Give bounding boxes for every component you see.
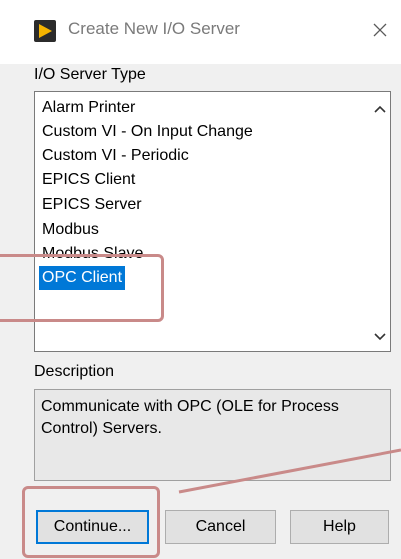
annotation-arrow bbox=[178, 448, 401, 494]
create-io-server-dialog: Create New I/O Server I/O Server Type Al… bbox=[0, 0, 401, 559]
